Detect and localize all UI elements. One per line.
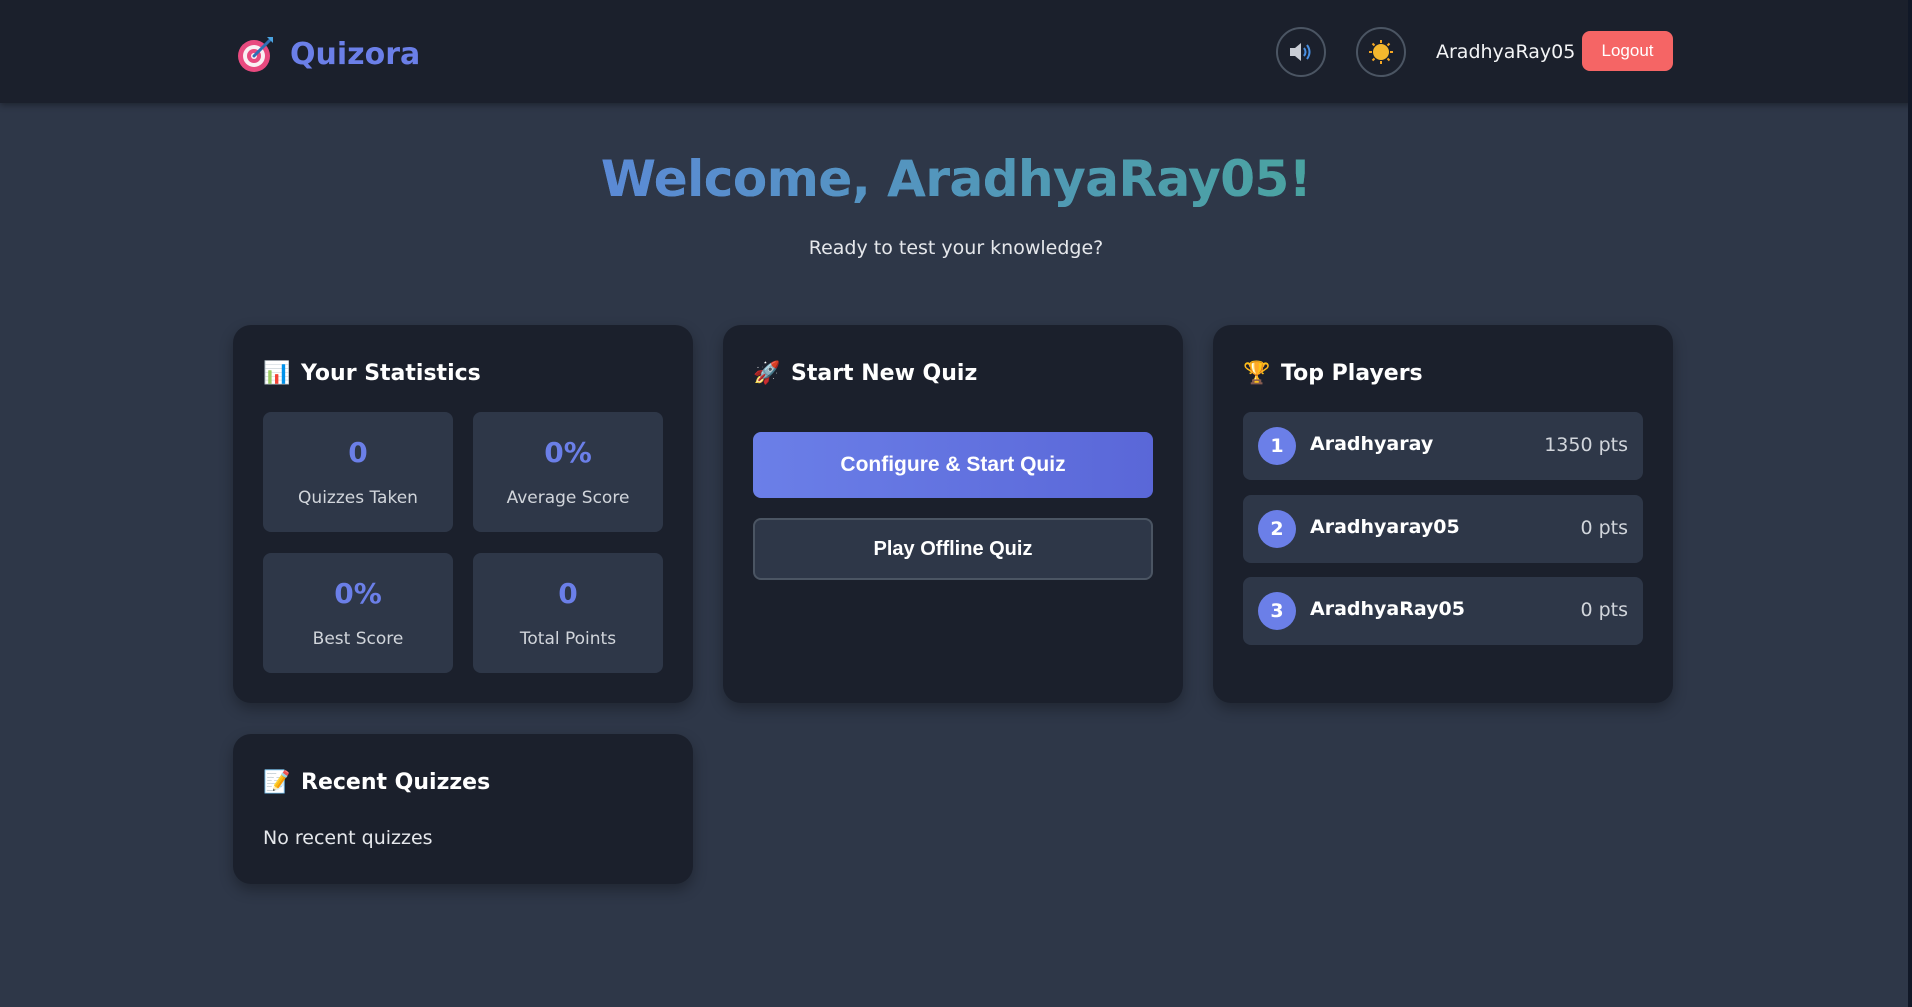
stat-best-score: 0% Best Score: [263, 553, 453, 673]
stat-label: Best Score: [312, 629, 404, 649]
player-points: 1350 pts: [1544, 434, 1628, 456]
theme-toggle-button[interactable]: [1356, 27, 1406, 77]
sound-toggle-button[interactable]: [1276, 27, 1326, 77]
stat-total-points: 0 Total Points: [473, 553, 663, 673]
target-dart-icon: [238, 37, 273, 72]
rocket-icon: 🚀: [753, 361, 781, 386]
stat-value: 0%: [544, 436, 592, 469]
player-row[interactable]: 2 Aradhyaray05 0 pts: [1243, 495, 1643, 563]
top-players-card-title: 🏆 Top Players: [1243, 361, 1423, 386]
logo[interactable]: Quizora: [236, 32, 420, 76]
recent-quizzes-card: 📝 Recent Quizzes No recent quizzes: [233, 734, 693, 884]
trophy-icon: 🏆: [1243, 361, 1271, 386]
stat-average-score: 0% Average Score: [473, 412, 663, 532]
scrollbar-track[interactable]: [1908, 0, 1912, 1007]
rank-badge: 1: [1258, 427, 1296, 465]
configure-start-quiz-button[interactable]: Configure & Start Quiz: [753, 432, 1153, 498]
player-row[interactable]: 1 Aradhyaray 1350 pts: [1243, 412, 1643, 480]
welcome-title-text: Welcome, AradhyaRay05!: [600, 150, 1312, 208]
memo-icon: 📝: [263, 770, 291, 795]
app-name: Quizora: [290, 36, 421, 72]
welcome-subtitle: Ready to test your knowledge?: [808, 237, 1104, 259]
play-offline-quiz-button[interactable]: Play Offline Quiz: [753, 518, 1153, 580]
username-label: AradhyaRay05: [1436, 41, 1576, 63]
start-quiz-title-text: Start New Quiz: [791, 361, 978, 386]
top-players-card: 🏆 Top Players 1 Aradhyaray 1350 pts 2 Ar…: [1213, 325, 1673, 703]
player-name: Aradhyaray: [1310, 433, 1434, 455]
recent-quizzes-card-title: 📝 Recent Quizzes: [263, 770, 490, 795]
top-players-title-text: Top Players: [1281, 361, 1423, 386]
stat-value: 0: [348, 436, 368, 469]
player-name: AradhyaRay05: [1310, 598, 1465, 620]
stat-value: 0%: [334, 577, 382, 610]
statistics-card: 📊 Your Statistics 0 Quizzes Taken 0% Ave…: [233, 325, 693, 703]
player-points: 0 pts: [1580, 517, 1628, 539]
statistics-card-title: 📊 Your Statistics: [263, 361, 481, 386]
stat-label: Total Points: [519, 629, 617, 649]
sun-icon: [1369, 40, 1393, 64]
player-name: Aradhyaray05: [1310, 516, 1460, 538]
statistics-title-text: Your Statistics: [301, 361, 481, 386]
stat-label: Average Score: [506, 488, 630, 508]
top-header: Quizora AradhyaRay05 Logout: [0, 0, 1912, 103]
player-row[interactable]: 3 AradhyaRay05 0 pts: [1243, 577, 1643, 645]
bar-chart-icon: 📊: [263, 361, 291, 386]
rank-badge: 3: [1258, 592, 1296, 630]
speaker-icon: [1290, 43, 1311, 61]
start-quiz-card-title: 🚀 Start New Quiz: [753, 361, 977, 386]
stat-quizzes-taken: 0 Quizzes Taken: [263, 412, 453, 532]
no-recent-quizzes-text: No recent quizzes: [263, 827, 433, 849]
rank-badge: 2: [1258, 510, 1296, 548]
welcome-title: Welcome, AradhyaRay05!: [0, 150, 1912, 208]
start-quiz-card: 🚀 Start New Quiz Configure & Start Quiz …: [723, 325, 1183, 703]
recent-quizzes-title-text: Recent Quizzes: [301, 770, 491, 795]
player-points: 0 pts: [1580, 599, 1628, 621]
logout-button[interactable]: Logout: [1582, 31, 1673, 71]
stat-label: Quizzes Taken: [298, 488, 418, 508]
stat-value: 0: [558, 577, 578, 610]
